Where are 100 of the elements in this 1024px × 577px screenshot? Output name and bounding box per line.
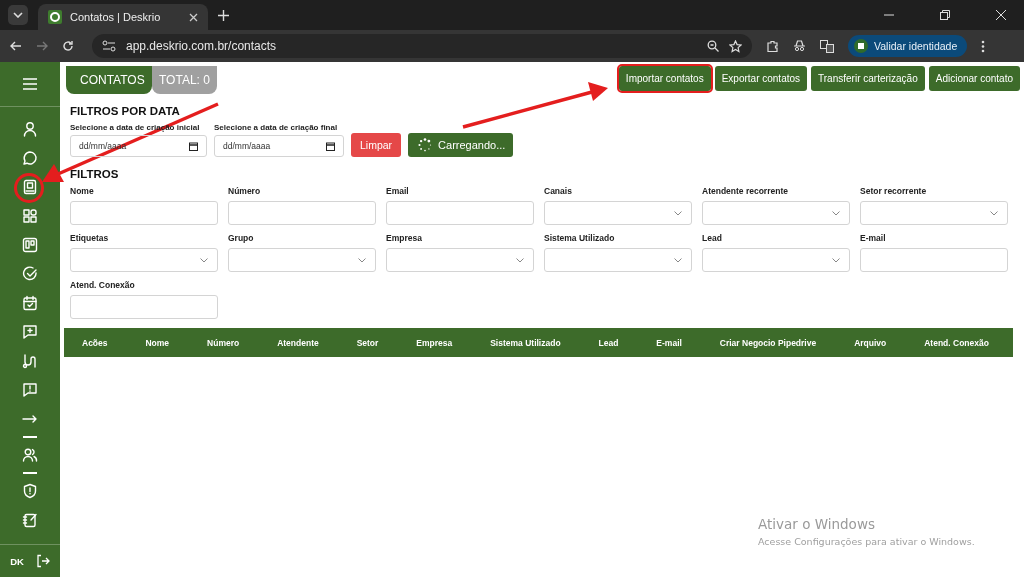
chevron-down-icon (674, 210, 682, 216)
column-header: Nome (145, 337, 170, 348)
close-icon[interactable] (189, 12, 198, 22)
select-field[interactable] (386, 248, 534, 272)
extensions-icon[interactable] (766, 39, 779, 53)
star-icon[interactable] (729, 39, 742, 53)
action-button[interactable]: Adicionar contato (928, 66, 1020, 91)
select-field[interactable] (544, 201, 692, 225)
column-header: Lead (598, 337, 619, 348)
back-icon[interactable] (10, 40, 22, 52)
select-field[interactable] (702, 248, 850, 272)
field-label: Número (228, 186, 262, 196)
chevron-down-icon (358, 257, 366, 263)
select-field[interactable] (860, 201, 1008, 225)
loading-button[interactable]: Carregando... (408, 133, 514, 157)
column-header: Criar Negocio Pipedrive (719, 337, 817, 348)
chevron-down-icon (990, 210, 998, 216)
column-header: Empresa (416, 337, 453, 348)
column-header: Setor (356, 337, 379, 348)
field-label: Empresa (386, 233, 423, 243)
chat-plus-icon[interactable] (21, 323, 39, 341)
shield-alert-icon[interactable] (21, 482, 39, 500)
chevron-down-icon (674, 257, 682, 263)
caret-icon (13, 12, 23, 18)
restore-icon[interactable] (940, 10, 950, 20)
select-field[interactable] (544, 248, 692, 272)
field-label: Lead (702, 233, 723, 243)
chat-alert-icon[interactable] (21, 381, 39, 399)
site-logo-icon (48, 10, 62, 24)
chevron-down-icon (516, 257, 524, 263)
section-title: FILTROS (70, 168, 120, 180)
field-label: Sistema Utilizado (544, 233, 616, 243)
forward-icon[interactable] (36, 40, 48, 52)
incognito-icon[interactable] (793, 40, 806, 52)
user-initials: DK (10, 555, 24, 567)
chevron-down-icon (832, 257, 840, 263)
column-header: Atendente (277, 337, 319, 348)
address-bar[interactable]: app.deskrio.com.br/contacts (92, 34, 752, 58)
text-field[interactable] (386, 201, 534, 225)
column-header: Sistema Utilizado (490, 337, 561, 348)
notice-title: Ativar o Windows (758, 516, 876, 532)
clear-button[interactable]: Limpar (351, 133, 402, 157)
text-field[interactable] (70, 201, 218, 225)
annotation-circle (14, 173, 44, 203)
calendar-icon[interactable] (326, 141, 335, 151)
new-tab-icon[interactable] (218, 9, 229, 21)
calendar-icon[interactable] (189, 141, 198, 151)
section-title: FILTROS POR DATA (70, 105, 181, 117)
field-label: Grupo (228, 233, 255, 243)
field-label: E-mail (860, 233, 887, 243)
text-field[interactable] (228, 201, 376, 225)
field-label: Etiquetas (70, 233, 110, 243)
select-field[interactable] (70, 248, 218, 272)
users-icon[interactable] (21, 446, 39, 464)
kanban-board-icon[interactable] (21, 236, 39, 254)
field-label: Atendente recorrente (702, 186, 789, 196)
column-header: Acões (82, 337, 108, 348)
url-text: app.deskrio.com.br/contacts (126, 39, 277, 53)
profile-button[interactable]: Validar identidade (848, 35, 968, 57)
avatar-icon (854, 39, 868, 53)
field-label: Setor recorrente (860, 186, 928, 196)
column-header: Número (207, 337, 240, 348)
zoom-icon[interactable] (707, 40, 719, 52)
browser-tab[interactable]: Contatos | Deskrio (38, 4, 208, 30)
select-field[interactable] (702, 201, 850, 225)
menu-button[interactable] (21, 75, 39, 93)
close-icon[interactable] (996, 10, 1006, 20)
tab-list-button[interactable] (8, 5, 28, 25)
chat-bubble-icon[interactable] (21, 149, 39, 167)
column-header: Atend. Conexão (924, 337, 989, 348)
dashboard-grid-icon[interactable] (21, 207, 39, 225)
reload-icon[interactable] (62, 40, 74, 52)
field-label: Canais (544, 186, 573, 196)
spinner-icon (418, 138, 433, 152)
field-label: Email (386, 186, 410, 196)
more-icon[interactable] (981, 39, 986, 53)
text-field[interactable] (70, 295, 218, 319)
text-field[interactable] (860, 248, 1008, 272)
user-icon[interactable] (21, 120, 39, 138)
action-button[interactable]: Importar contatos (618, 66, 711, 91)
action-button[interactable]: Transferir carterização (811, 66, 925, 91)
field-label: Selecione a data de criação final (214, 123, 339, 132)
site-settings-icon[interactable] (102, 40, 116, 52)
notebook-edit-icon[interactable] (21, 511, 39, 529)
action-button[interactable]: Exportar contatos (714, 66, 808, 91)
route-icon[interactable] (21, 352, 39, 370)
select-field[interactable] (228, 248, 376, 272)
calendar-icon[interactable] (21, 294, 39, 312)
chevron-down-icon (200, 257, 208, 263)
field-label: Nome (70, 186, 95, 196)
field-label: Atend. Conexão (70, 280, 136, 290)
logout-icon[interactable] (35, 554, 50, 568)
contact-card-icon[interactable] (21, 178, 39, 196)
column-header: E-mail (656, 337, 682, 348)
notice-text: Acesse Configurações para ativar o Windows. (758, 536, 975, 547)
date-field[interactable]: dd/mm/aaaa (214, 135, 344, 157)
translate-icon[interactable] (820, 39, 834, 53)
column-header: Arquivo (854, 337, 887, 348)
check-circle-icon[interactable] (21, 265, 39, 283)
chevron-down-icon (832, 210, 840, 216)
